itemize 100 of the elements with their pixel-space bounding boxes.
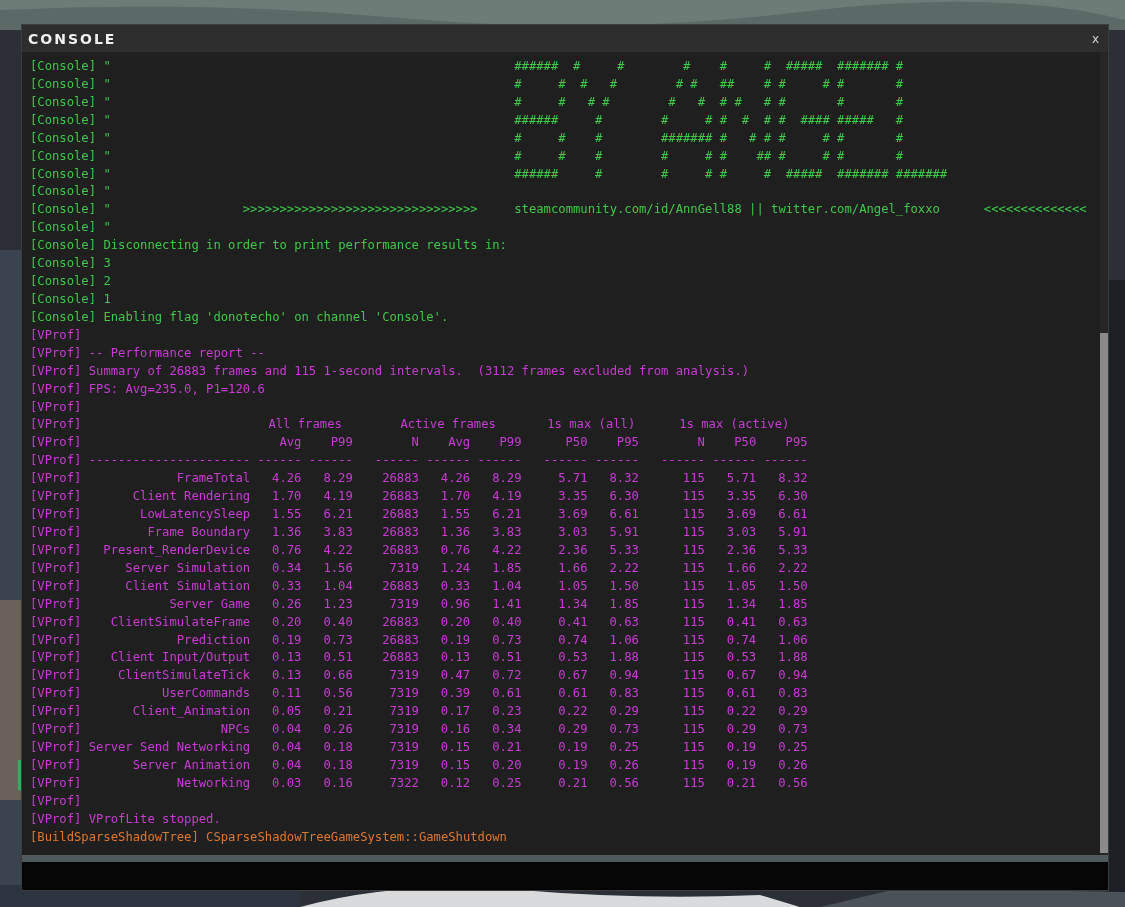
- log-channel: [VProf]: [30, 326, 82, 344]
- table-column-header: P50: [564, 434, 588, 452]
- scrollbar-thumb[interactable]: [1100, 333, 1108, 853]
- table-row-name: Present_RenderDevice: [102, 541, 251, 559]
- log-channel: [VProf]: [30, 792, 82, 810]
- table-cell-text: 0.33: [271, 577, 302, 595]
- table-cell-text: 26883: [381, 613, 419, 631]
- table-cell-text: 115: [681, 506, 705, 524]
- table-cell-text: 5.91: [608, 523, 639, 541]
- table-row-name: Client Simulation: [124, 577, 251, 595]
- log-message: ": [103, 219, 111, 237]
- table-cell-text: 0.13: [439, 649, 471, 667]
- table-cell-text: 1.85: [777, 595, 808, 613]
- table-cell-text: 0.25: [608, 739, 639, 757]
- table-cell-text: 3.69: [557, 506, 588, 524]
- table-column-header: P99: [498, 434, 522, 452]
- table-cell-text: 0.83: [777, 685, 808, 703]
- table-cell-text: 0.21: [322, 703, 353, 721]
- table-cell-text: 7322: [388, 774, 419, 792]
- table-row-name: Networking: [175, 774, 251, 792]
- log-channel: [Console]: [30, 58, 97, 75]
- table-cell-text: 2.36: [725, 541, 757, 559]
- table-cell-text: 8.29: [491, 470, 522, 488]
- log-channel: [Console]: [30, 201, 97, 219]
- table-cell-text: 0.11: [271, 685, 302, 703]
- log-channel: [VProf]: [30, 380, 82, 398]
- log-channel: [VProf]: [30, 434, 82, 452]
- table-cell-text: 1.70: [271, 488, 302, 506]
- table-cell-text: 26883: [381, 506, 419, 524]
- table-cell-text: 0.41: [557, 613, 588, 631]
- table-cell-text: 115: [681, 613, 705, 631]
- table-cell-text: 7319: [388, 595, 419, 613]
- log-channel: [Console]: [30, 291, 97, 308]
- table-cell-text: 0.56: [777, 774, 808, 792]
- table-cell-text: 0.15: [439, 739, 471, 757]
- table-cell-text: 1.05: [557, 577, 588, 595]
- table-group-header: 1s max (all): [546, 416, 637, 434]
- table-cell-text: 1.24: [439, 559, 471, 577]
- close-button[interactable]: x: [1088, 31, 1102, 46]
- log-message: VProfLite stopped.: [88, 810, 221, 828]
- table-cell-text: 7319: [388, 721, 419, 739]
- table-cell-text: 115: [681, 774, 705, 792]
- table-cell-text: 0.04: [271, 721, 302, 739]
- table-cell-text: 0.53: [725, 649, 757, 667]
- table-cell-text: 1.06: [777, 631, 808, 649]
- table-cell-text: 1.88: [777, 649, 808, 667]
- table-cell-text: 3.69: [725, 506, 757, 524]
- table-cell-text: 0.19: [557, 756, 588, 774]
- table-cell-text: 1.50: [777, 577, 808, 595]
- table-cell-text: 0.13: [271, 649, 302, 667]
- table-cell-text: 115: [681, 541, 705, 559]
- table-cell-text: 0.21: [725, 774, 757, 792]
- table-cell-text: 0.16: [439, 721, 471, 739]
- log-channel: [VProf]: [30, 344, 82, 362]
- log-channel: [BuildSparseShadowTree]: [30, 828, 199, 846]
- table-row-name: Prediction: [175, 631, 251, 649]
- table-cell-text: 8.32: [777, 470, 808, 488]
- table-row-name: Server Game: [168, 595, 251, 613]
- table-cell-text: 0.94: [777, 667, 808, 685]
- log-message: " ###### # # # # # # # #### ##### #: [103, 111, 904, 129]
- table-group-header: Active frames: [399, 416, 497, 434]
- table-cell-text: 0.67: [557, 667, 588, 685]
- table-cell-text: 0.94: [608, 667, 639, 685]
- table-cell-text: 0.29: [608, 703, 639, 721]
- table-cell-text: 26883: [381, 649, 419, 667]
- scrollbar[interactable]: [1100, 52, 1108, 855]
- table-cell-text: 115: [681, 470, 705, 488]
- table-cell-text: 0.12: [439, 774, 471, 792]
- log-channel: [Console]: [30, 273, 97, 291]
- table-cell-text: 0.76: [439, 541, 471, 559]
- table-cell-text: 3.83: [322, 523, 353, 541]
- table-cell-text: 4.22: [491, 541, 522, 559]
- table-cell-text: 115: [681, 721, 705, 739]
- table-cell-text: 26883: [381, 470, 419, 488]
- table-row-name: Server Send Networking: [88, 739, 251, 757]
- table-cell-text: 115: [681, 739, 705, 757]
- table-cell-text: 115: [681, 559, 705, 577]
- table-cell-text: 1.85: [608, 595, 639, 613]
- table-cell-text: 0.73: [491, 631, 522, 649]
- table-group-header: 1s max (active): [678, 416, 791, 434]
- table-cell-text: 3.35: [557, 488, 588, 506]
- table-cell-text: 115: [681, 488, 705, 506]
- table-cell-text: 0.61: [725, 685, 757, 703]
- console-input[interactable]: [22, 862, 1108, 890]
- table-cell-text: 2.22: [608, 559, 639, 577]
- table-row-name: LowLatencySleep: [139, 506, 251, 524]
- table-column-header: P95: [615, 434, 639, 452]
- table-cell-text: 0.25: [777, 739, 808, 757]
- table-cell-text: 0.18: [322, 756, 353, 774]
- log-message: CSparseShadowTreeGameSystem::GameShutdown: [206, 828, 507, 846]
- table-cell-text: 1.04: [322, 577, 353, 595]
- table-cell-text: 0.40: [322, 613, 353, 631]
- table-cell-text: 0.21: [491, 739, 522, 757]
- log-channel: [Console]: [30, 75, 97, 93]
- log-message: " ###### # # # # # ##### ####### #######: [103, 165, 948, 183]
- table-cell-text: 0.74: [557, 631, 588, 649]
- table-cell-text: 0.73: [322, 631, 353, 649]
- table-cell-text: 0.83: [608, 685, 639, 703]
- log-message: 2: [103, 273, 111, 291]
- table-cell-text: 5.91: [777, 523, 808, 541]
